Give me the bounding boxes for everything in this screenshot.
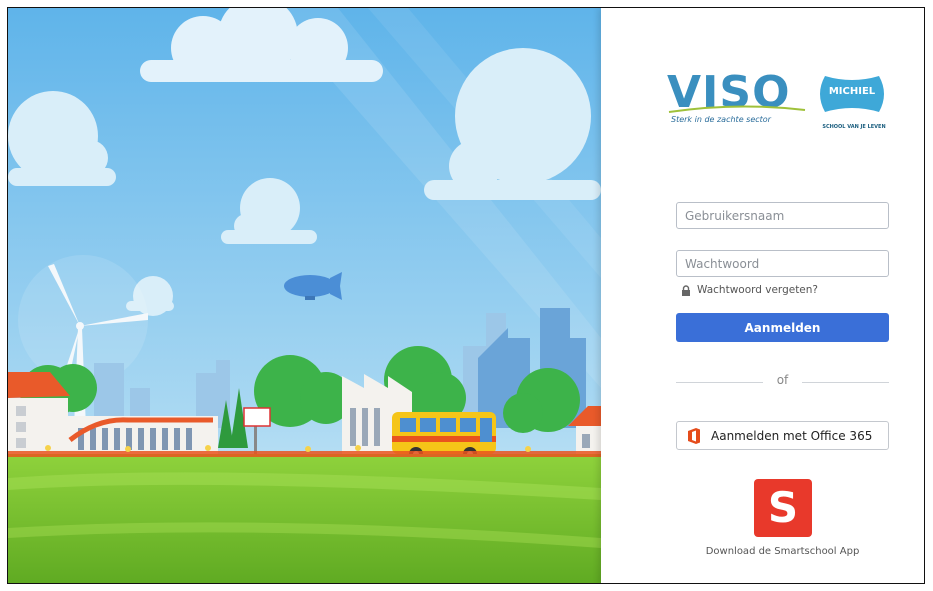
- michiel-logo: MICHIEL: [828, 86, 876, 97]
- username-input[interactable]: [676, 202, 889, 229]
- divider-line: [802, 382, 889, 383]
- login-button[interactable]: Aanmelden: [676, 313, 889, 342]
- city-illustration: [8, 8, 601, 583]
- office365-login-button[interactable]: Aanmelden met Office 365: [676, 421, 889, 450]
- divider-label: of: [776, 373, 789, 387]
- login-window: VISO Sterk in de zachte sector MICHIEL S…: [7, 7, 925, 584]
- login-panel: VISO Sterk in de zachte sector MICHIEL S…: [601, 8, 924, 583]
- forgot-password-label: Wachtwoord vergeten?: [697, 284, 818, 296]
- or-divider: of: [676, 373, 889, 391]
- forgot-password-link[interactable]: Wachtwoord vergeten?: [681, 284, 818, 296]
- viso-tagline: Sterk in de zachte sector: [671, 115, 771, 124]
- smartschool-app-letter: S: [767, 483, 799, 532]
- school-logos: VISO Sterk in de zachte sector MICHIEL S…: [667, 68, 901, 138]
- office365-icon: [688, 427, 700, 444]
- illustration-svg: [8, 8, 601, 583]
- office365-label: Aanmelden met Office 365: [711, 428, 873, 443]
- password-input[interactable]: [676, 250, 889, 277]
- lock-icon: [682, 284, 690, 296]
- michiel-tagline: SCHOOL VAN JE LEVEN: [822, 124, 886, 130]
- app-download-caption: Download de Smartschool App: [705, 546, 860, 557]
